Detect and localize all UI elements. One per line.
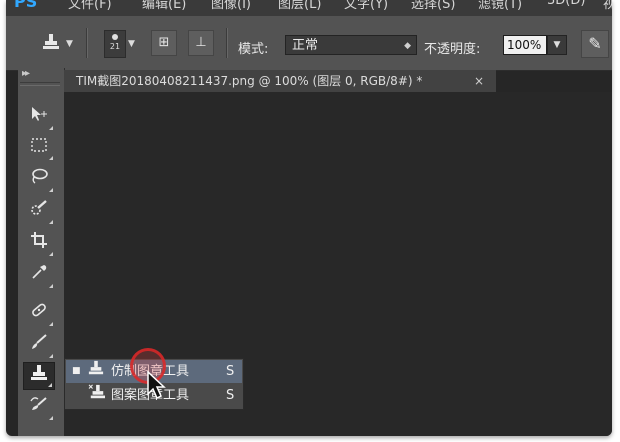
clone-stamp-icon (88, 360, 104, 384)
crop-tool[interactable] (23, 230, 55, 258)
menu-layer[interactable]: 图层(L) (278, 0, 321, 12)
brush-picker-dropdown[interactable]: ▼ (128, 39, 135, 49)
lasso-icon (32, 168, 48, 184)
updown-icon: ◆ (404, 41, 411, 51)
move-tool[interactable] (23, 104, 55, 132)
panel-grip[interactable] (20, 82, 60, 86)
brush-size: 21 (109, 42, 121, 51)
brush-preset-picker[interactable]: 21 (104, 30, 126, 58)
flyout-item-shortcut: S (226, 388, 235, 403)
document-tab[interactable]: TIM截图20180408211437.png @ 100% (图层 0, RG… (64, 70, 496, 92)
collapse-icon[interactable]: ▸▸ (22, 68, 30, 79)
mode-select[interactable]: 正常 ◆ (285, 35, 417, 55)
clone-stamp-tool[interactable] (23, 362, 55, 390)
clone-source-icon: ⊥ (195, 35, 207, 50)
healing-brush-icon (32, 303, 46, 317)
history-brush-icon (30, 397, 47, 410)
opacity-label: 不透明度: (424, 42, 481, 57)
brush-tip-icon (112, 34, 118, 40)
eyedropper-tool[interactable] (23, 262, 55, 290)
close-icon[interactable]: × (474, 70, 484, 92)
tool-preset-dropdown[interactable]: ▼ (66, 39, 73, 49)
pattern-stamp-icon (88, 384, 106, 408)
eyedropper-icon (32, 265, 47, 279)
clone-stamp-icon[interactable] (42, 33, 60, 55)
move-icon (32, 107, 47, 121)
menu-filter[interactable]: 滤镜(T) (478, 0, 522, 12)
brush-panel-icon: ⊞ (158, 35, 170, 50)
toggle-clone-source-button[interactable]: ⊥ (188, 30, 214, 56)
brush-icon (32, 334, 47, 349)
lasso-tool[interactable] (23, 166, 55, 194)
brush-tool[interactable] (23, 332, 55, 360)
menu-bar: PS 文件(F) 编辑(E) 图像(I) 图层(L) 文字(Y) 选择(S) 滤… (6, 0, 612, 16)
tools-panel: ▸▸ (18, 68, 65, 436)
marquee-icon (31, 138, 47, 152)
menu-edit[interactable]: 编辑(E) (142, 0, 186, 12)
opacity-input[interactable]: 100% (503, 35, 547, 55)
quick-select-tool[interactable] (23, 198, 55, 226)
menu-select[interactable]: 选择(S) (411, 0, 455, 12)
flyout-item-shortcut: S (226, 364, 235, 379)
history-brush-tool[interactable] (23, 394, 55, 422)
separator (86, 28, 88, 58)
clone-stamp-icon (31, 365, 47, 380)
mode-value: 正常 (292, 38, 319, 53)
toggle-brush-panel-button[interactable]: ⊞ (151, 30, 177, 56)
menu-image[interactable]: 图像(I) (211, 0, 251, 12)
photoshop-window: PS 文件(F) 编辑(E) 图像(I) 图层(L) 文字(Y) 选择(S) 滤… (6, 0, 612, 436)
marquee-tool[interactable] (23, 134, 55, 162)
document-title: TIM截图20180408211437.png @ 100% (图层 0, RG… (76, 74, 423, 88)
healing-brush-tool[interactable] (23, 300, 55, 328)
airbrush-button[interactable]: ✎ (581, 30, 609, 58)
crop-icon (31, 232, 47, 248)
separator (226, 28, 228, 58)
menu-view[interactable]: 视 (603, 0, 612, 12)
menu-type[interactable]: 文字(Y) (344, 0, 388, 12)
mouse-cursor-icon (147, 370, 166, 400)
menu-3d[interactable]: 3D(D) (547, 0, 585, 8)
menu-file[interactable]: 文件(F) (68, 0, 112, 12)
app-logo: PS (14, 0, 38, 11)
opacity-slider-button[interactable]: ▼ (547, 35, 567, 55)
quick-select-icon (31, 200, 47, 215)
airbrush-icon: ✎ (588, 34, 602, 53)
selected-bullet-icon: ■ (72, 366, 81, 376)
options-bar: ▼ 21 ▼ ⊞ ⊥ 模式: 正常 ◆ 不透明度: 100% ▼ ✎ (6, 16, 612, 71)
mode-label: 模式: (238, 42, 269, 57)
